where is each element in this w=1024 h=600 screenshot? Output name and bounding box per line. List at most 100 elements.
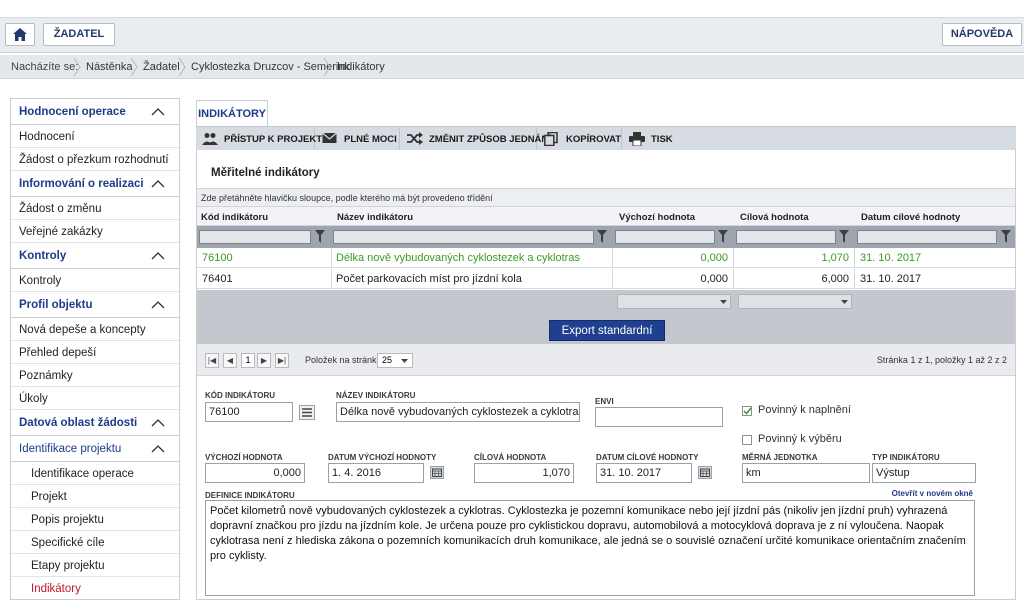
sidebar-item-identifikace-operace[interactable]: Identifikace operace	[11, 462, 179, 485]
filter-icon[interactable]	[597, 230, 607, 243]
sidebar-item-zadost-prezkum[interactable]: Žádost o přezkum rozhodnutí	[11, 148, 179, 171]
sidebar-item-zadost-zmena[interactable]: Žádost o změnu	[11, 197, 179, 220]
filter-code-input[interactable]	[199, 230, 311, 244]
sidebar-item-projekt[interactable]: Projekt	[11, 485, 179, 508]
pager: |◀ ◀ 1 ▶ ▶| Položek na stránku 25 Stránk…	[197, 344, 1015, 376]
chevron-up-icon	[151, 301, 165, 309]
aggregate-start-select[interactable]	[617, 294, 731, 309]
export-area: Export standardní	[197, 312, 1015, 344]
filter-start-input[interactable]	[615, 230, 715, 244]
code-field[interactable]: 76100	[205, 402, 293, 422]
sidebar-item-hodnoceni[interactable]: Hodnocení	[11, 125, 179, 148]
sidebar-section-datova-oblast[interactable]: Datová oblast žádosti	[11, 410, 179, 436]
filter-icon[interactable]	[1001, 230, 1011, 243]
target-date-calendar-button[interactable]	[698, 466, 712, 479]
filter-icon[interactable]	[315, 230, 325, 243]
cell-name: Počet parkovacích míst pro jízdní kola	[336, 273, 522, 285]
unit-field[interactable]: km	[742, 463, 870, 483]
target-value-field[interactable]: 1,070	[474, 463, 574, 483]
copy-button[interactable]: KOPÍROVAT	[538, 127, 622, 151]
next-page-button[interactable]: ▶	[257, 353, 271, 368]
column-header-start[interactable]: Výchozí hodnota	[619, 212, 695, 223]
envi-field[interactable]	[595, 407, 723, 427]
mandatory-select-label: Povinný k výběru	[758, 433, 842, 445]
toolbar: PŘÍSTUP K PROJEKTU PLNÉ MOCI ZMĚNIT ZPŮS…	[196, 126, 1016, 151]
column-header-code[interactable]: Kód indikátoru	[201, 212, 268, 223]
start-date-calendar-button[interactable]	[430, 466, 444, 479]
code-list-button[interactable]	[299, 405, 315, 420]
change-procedure-button[interactable]: ZMĚNIT ZPŮSOB JEDNÁNÍ	[401, 127, 551, 151]
home-button[interactable]	[5, 23, 35, 46]
grid-aggregate-row	[197, 290, 1015, 312]
column-header-date[interactable]: Datum cílové hodnoty	[861, 212, 960, 223]
list-icon	[302, 408, 312, 417]
open-new-window-link[interactable]: Otevřít v novém okně	[892, 489, 973, 498]
cell-target: 1,070	[821, 252, 849, 264]
sidebar: Hodnocení operace Hodnocení Žádost o pře…	[10, 98, 180, 600]
help-button[interactable]: NÁPOVĚDA	[942, 23, 1022, 46]
sidebar-section-title: Profil objektu	[19, 299, 93, 311]
mandatory-fulfil-checkbox[interactable]	[742, 406, 752, 416]
sidebar-item-poznamky[interactable]: Poznámky	[11, 364, 179, 387]
sidebar-section-hodnoceni-operace[interactable]: Hodnocení operace	[11, 99, 179, 125]
grid-group-hint[interactable]: Zde přetáhněte hlavičku sloupce, podle k…	[197, 188, 1015, 206]
first-page-button[interactable]: |◀	[205, 353, 219, 368]
users-icon	[202, 133, 218, 145]
sidebar-item-specificke-cile[interactable]: Specifické cíle	[11, 531, 179, 554]
definition-textarea[interactable]: Počet kilometrů nově vybudovaných cyklos…	[205, 500, 975, 596]
name-field[interactable]: Délka nově vybudovaných cyklostezek a cy…	[336, 402, 580, 422]
target-date-label: DATUM CÍLOVÉ HODNOTY	[596, 453, 699, 462]
prev-page-button[interactable]: ◀	[223, 353, 237, 368]
print-button[interactable]: TISK	[623, 127, 683, 151]
sidebar-section-kontroly[interactable]: Kontroly	[11, 243, 179, 269]
table-row[interactable]: 76100 Délka nově vybudovaných cyklosteze…	[197, 248, 1015, 268]
sidebar-section-informovani[interactable]: Informování o realizaci	[11, 171, 179, 197]
sidebar-group-identifikace-projektu[interactable]: Identifikace projektu	[11, 436, 179, 462]
start-date-field[interactable]: 1. 4. 2016	[328, 463, 424, 483]
target-date-field[interactable]: 31. 10. 2017	[596, 463, 692, 483]
access-to-project-button[interactable]: PŘÍSTUP K PROJEKTU	[196, 127, 329, 151]
aggregate-target-select[interactable]	[738, 294, 852, 309]
current-page[interactable]: 1	[241, 353, 255, 368]
sidebar-item-indikatory[interactable]: Indikátory	[11, 577, 179, 599]
sidebar-section-title: Datová oblast žádosti	[19, 417, 138, 429]
table-row[interactable]: 76401 Počet parkovacích míst pro jízdní …	[197, 269, 1015, 289]
mandatory-select-checkbox[interactable]	[742, 435, 752, 445]
tab-indikatory[interactable]: INDIKÁTORY	[196, 100, 268, 126]
sidebar-item-label: Poznámky	[19, 370, 73, 382]
export-standard-button[interactable]: Export standardní	[549, 320, 665, 341]
filter-icon[interactable]	[839, 230, 849, 243]
sidebar-item-etapy-projektu[interactable]: Etapy projektu	[11, 554, 179, 577]
zadatel-button[interactable]: ŽADATEL	[43, 23, 115, 46]
cell-target: 6,000	[821, 273, 849, 285]
sidebar-section-profil-objektu[interactable]: Profil objektu	[11, 292, 179, 318]
chevron-down-icon	[401, 359, 408, 363]
grid-filter-row	[197, 226, 1015, 248]
filter-date-input[interactable]	[857, 230, 997, 244]
toolbar-label: PŘÍSTUP K PROJEKTU	[224, 134, 329, 145]
last-page-button[interactable]: ▶|	[275, 353, 289, 368]
page-size-select[interactable]: 25	[377, 353, 413, 368]
sidebar-item-verejne-zakazky[interactable]: Veřejné zakázky	[11, 220, 179, 243]
start-value-field[interactable]: 0,000	[205, 463, 305, 483]
breadcrumb-item-nastenka[interactable]: Nástěnka	[86, 61, 132, 73]
power-of-attorney-button[interactable]: PLNÉ MOCI	[316, 127, 400, 151]
sidebar-item-prehled-depesi[interactable]: Přehled depeší	[11, 341, 179, 364]
type-field[interactable]: Výstup	[872, 463, 976, 483]
unit-label: MĚRNÁ JEDNOTKA	[742, 453, 818, 462]
sidebar-item-kontroly[interactable]: Kontroly	[11, 269, 179, 292]
sidebar-item-ukoly[interactable]: Úkoly	[11, 387, 179, 410]
chevron-up-icon	[151, 419, 165, 427]
cell-name: Délka nově vybudovaných cyklostezek a cy…	[336, 252, 580, 264]
filter-icon[interactable]	[718, 230, 728, 243]
pager-summary: Stránka 1 z 1, položky 1 až 2 z 2	[876, 355, 1007, 365]
breadcrumb-item-zadatel[interactable]: Žadatel	[143, 61, 180, 73]
sidebar-item-popis-projektu[interactable]: Popis projektu	[11, 508, 179, 531]
column-header-target[interactable]: Cílová hodnota	[740, 212, 809, 223]
sidebar-item-nova-depese[interactable]: Nová depeše a koncepty	[11, 318, 179, 341]
target-value-label: CÍLOVÁ HODNOTA	[474, 453, 547, 462]
cell-start: 0,000	[700, 273, 728, 285]
filter-target-input[interactable]	[736, 230, 836, 244]
filter-name-input[interactable]	[333, 230, 594, 244]
column-header-name[interactable]: Název indikátoru	[337, 212, 413, 223]
